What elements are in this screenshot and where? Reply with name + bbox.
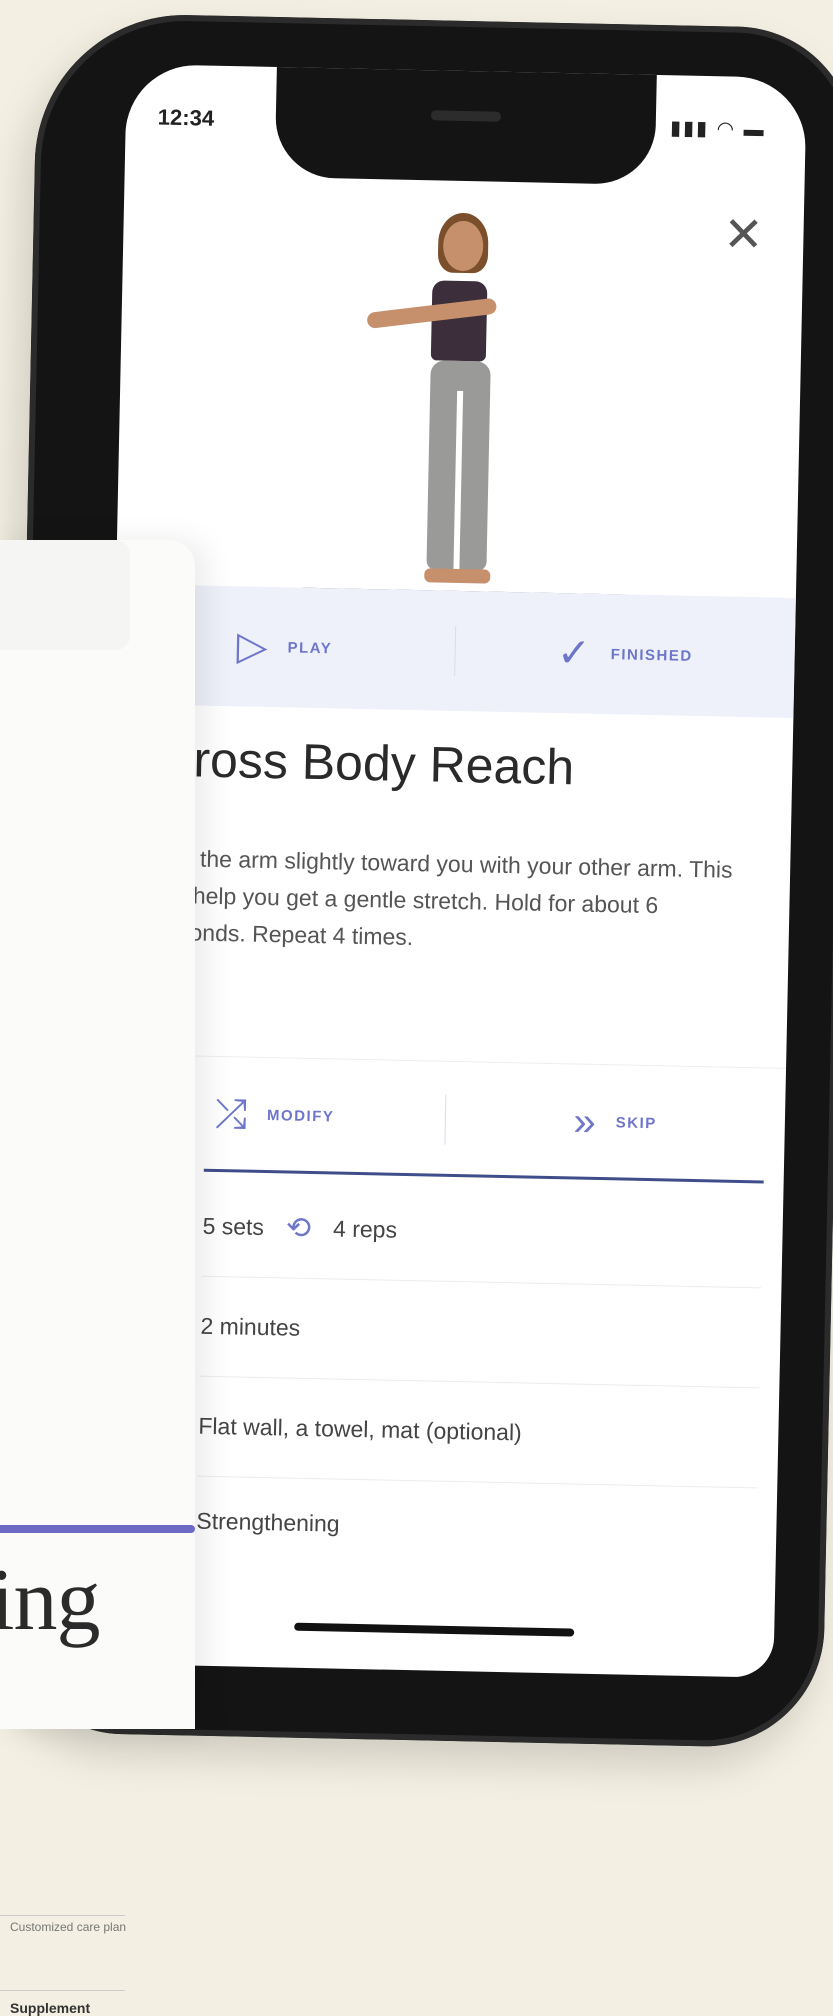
check-icon: ✓ xyxy=(556,631,592,676)
finished-label: FINISHED xyxy=(610,645,693,665)
close-icon[interactable]: ✕ xyxy=(723,206,764,263)
skip-button[interactable]: » SKIP xyxy=(445,1097,785,1149)
sets-value: 5 sets xyxy=(202,1212,265,1240)
card-heading: ing xyxy=(0,1552,100,1649)
status-time: 12:34 xyxy=(157,104,215,131)
card-divider xyxy=(0,1990,125,1991)
card-accent-line xyxy=(0,1525,195,1533)
finished-button[interactable]: ✓ FINISHED xyxy=(455,628,795,681)
exercise-title: Cross Body Reach xyxy=(156,730,575,796)
detail-category: Strengthening xyxy=(195,1476,757,1578)
exercise-description: Pull the arm slightly toward you with yo… xyxy=(153,844,733,951)
equipment-value: Flat wall, a towel, mat (optional) xyxy=(198,1412,523,1445)
status-icons: ▮▮▮ ◠ ▬ xyxy=(669,117,766,142)
modify-label: MODIFY xyxy=(266,1107,335,1126)
detail-duration: 2 minutes xyxy=(199,1275,762,1389)
home-indicator xyxy=(294,1622,575,1637)
exercise-illustration xyxy=(265,207,654,635)
card-caption: Customized care plan xyxy=(10,1920,127,1934)
category-value: Strengthening xyxy=(196,1507,340,1537)
card-divider xyxy=(0,1915,125,1916)
skip-label: SKIP xyxy=(615,1114,657,1133)
play-label: PLAY xyxy=(287,638,333,657)
shuffle-icon: ⤮ xyxy=(214,1091,248,1137)
repeat-icon: ⟲ xyxy=(285,1210,312,1245)
playback-actions: ▷ PLAY ✓ FINISHED xyxy=(113,583,796,718)
detail-sets-reps: 5 sets ⟲ 4 reps xyxy=(201,1175,764,1289)
exercise-actions: ⤮ MODIFY » SKIP xyxy=(103,1053,787,1184)
overlay-card: ing Customized care plan Supplement xyxy=(0,540,195,2016)
detail-equipment: Flat wall, a towel, mat (optional) xyxy=(197,1375,760,1489)
app-screen: 12:34 ▮▮▮ ◠ ▬ ✕ ▷ PLAY ✓ FINISHED Cross … xyxy=(93,63,807,1678)
play-icon: ▷ xyxy=(236,624,269,669)
reps-value: 4 reps xyxy=(332,1214,398,1243)
phone-notch xyxy=(274,63,658,185)
duration-value: 2 minutes xyxy=(200,1312,301,1341)
card-supplement-label: Supplement xyxy=(10,2000,91,2016)
card-header xyxy=(0,540,130,650)
skip-icon: » xyxy=(573,1099,597,1144)
